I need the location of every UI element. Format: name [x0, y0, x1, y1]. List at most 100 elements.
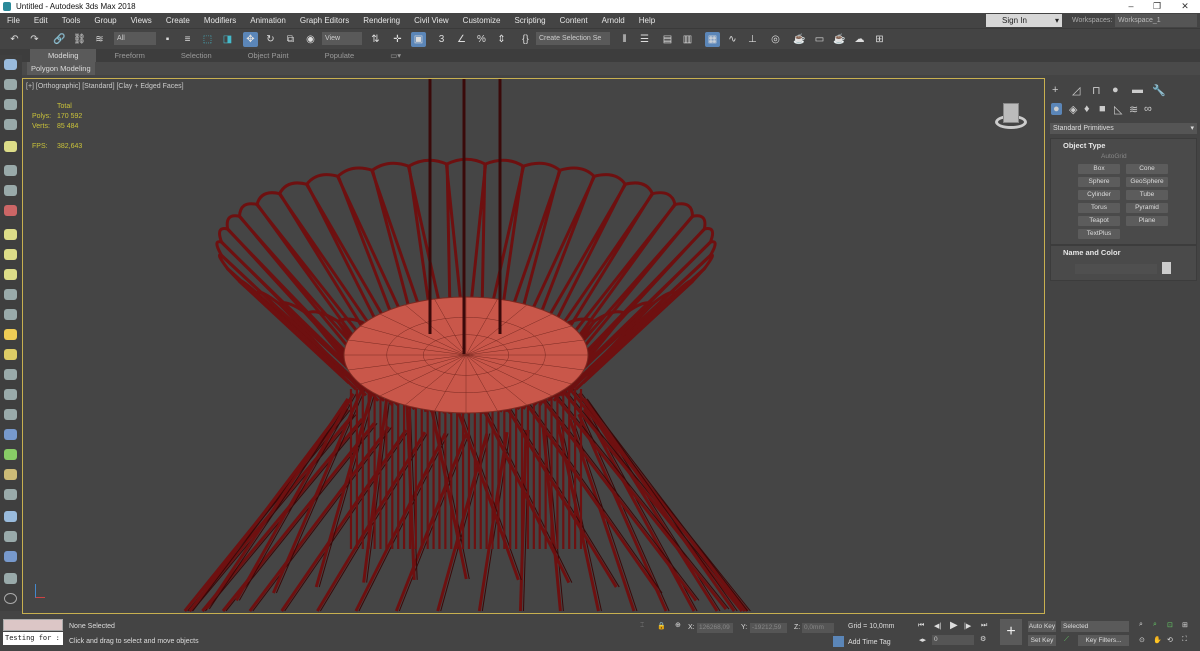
- next-frame-icon[interactable]: |▶: [964, 622, 971, 630]
- y-coordinate-field[interactable]: -19212,59: [750, 623, 787, 633]
- sphere-icon[interactable]: [4, 249, 17, 260]
- reference-coordinate-dropdown[interactable]: View: [322, 32, 362, 45]
- play-icon[interactable]: ▶: [950, 620, 958, 631]
- display-tab-icon[interactable]: ▬: [1132, 84, 1143, 96]
- primitive-category-dropdown[interactable]: Standard Primitives ▾: [1050, 123, 1197, 134]
- scene-explorer-icon[interactable]: ▤: [660, 32, 675, 47]
- set-key-big-button[interactable]: +: [1000, 619, 1022, 645]
- zoom-extents-icon[interactable]: ⊡: [1167, 621, 1173, 629]
- light-icon[interactable]: [4, 141, 17, 152]
- layer-explorer-icon[interactable]: ▥: [680, 32, 695, 47]
- maxscript-input[interactable]: Testing for :: [3, 632, 63, 645]
- display-icon[interactable]: [4, 119, 17, 130]
- key-mode-icon[interactable]: ◂▸: [919, 636, 926, 644]
- menu-scripting[interactable]: Scripting: [507, 16, 552, 25]
- motion-tab-icon[interactable]: ●: [1112, 84, 1119, 96]
- percent-snap-icon[interactable]: %: [474, 32, 489, 47]
- viewport-label[interactable]: [+] [Orthographic] [Standard] [Clay + Ed…: [26, 83, 184, 90]
- time-configuration-icon[interactable]: ⚙: [980, 635, 986, 643]
- hierarchy-icon[interactable]: [4, 165, 17, 176]
- menu-views[interactable]: Views: [124, 16, 159, 25]
- place-icon[interactable]: ◉: [303, 32, 318, 47]
- key-mode-dropdown[interactable]: Selected: [1061, 621, 1129, 632]
- selection-lock-icon[interactable]: 🔒: [657, 622, 666, 630]
- menu-modifiers[interactable]: Modifiers: [197, 16, 243, 25]
- previous-frame-icon[interactable]: ◀|: [934, 622, 941, 630]
- close-button[interactable]: ✕: [1172, 0, 1198, 13]
- crowd-icon[interactable]: [4, 489, 17, 500]
- paint-icon[interactable]: [4, 389, 17, 400]
- menu-civil-view[interactable]: Civil View: [407, 16, 456, 25]
- time-tag-icon[interactable]: [833, 636, 844, 647]
- maximize-viewport-icon[interactable]: ⛶: [1182, 636, 1187, 644]
- menu-file[interactable]: File: [0, 16, 27, 25]
- polygon-modeling-panel[interactable]: Polygon Modeling: [27, 62, 95, 75]
- viewcube[interactable]: [989, 101, 1033, 137]
- menu-edit[interactable]: Edit: [27, 16, 55, 25]
- tab-selection[interactable]: Selection: [163, 49, 230, 62]
- systems-icon[interactable]: ∞: [1144, 103, 1152, 115]
- zoom-extents-all-icon[interactable]: ⊞: [1182, 621, 1188, 629]
- window-crossing-icon[interactable]: ◨: [220, 32, 235, 47]
- torus-icon[interactable]: [4, 269, 17, 280]
- set-key-button[interactable]: Set Key: [1028, 635, 1056, 646]
- object-color-swatch[interactable]: [1162, 262, 1171, 274]
- minimize-button[interactable]: –: [1118, 0, 1144, 13]
- menu-arnold[interactable]: Arnold: [595, 16, 632, 25]
- viewport-orthographic[interactable]: [+] [Orthographic] [Standard] [Clay + Ed…: [22, 78, 1045, 614]
- current-frame-field[interactable]: 0: [932, 635, 974, 645]
- link-icon[interactable]: 🔗: [52, 32, 67, 47]
- expression-icon[interactable]: [4, 531, 17, 542]
- tab-object-paint[interactable]: Object Paint: [230, 49, 307, 62]
- zoom-icon[interactable]: ⌕: [1139, 621, 1143, 629]
- tab-populate[interactable]: Populate: [307, 49, 373, 62]
- angle-snap-icon[interactable]: ∠: [454, 32, 469, 47]
- helpers-icon[interactable]: ◺: [1114, 103, 1122, 116]
- dynamics-icon[interactable]: [4, 409, 17, 420]
- pivot-center-icon[interactable]: ⇅: [368, 32, 383, 47]
- go-to-start-icon[interactable]: ⏮: [918, 622, 924, 630]
- help-icon[interactable]: [4, 593, 17, 604]
- layer-icon[interactable]: [4, 99, 17, 110]
- render-shortcuts-icon[interactable]: ⊞: [872, 32, 887, 47]
- absolute-mode-icon[interactable]: ⊕: [675, 621, 681, 629]
- create-tab-icon[interactable]: +: [1052, 84, 1058, 96]
- isolate-selection-icon[interactable]: ⌶: [640, 622, 644, 630]
- render-setup-icon[interactable]: ☕: [792, 32, 807, 47]
- material-editor-icon[interactable]: ◎: [768, 32, 783, 47]
- menu-rendering[interactable]: Rendering: [356, 16, 407, 25]
- helper-icon[interactable]: [4, 289, 17, 300]
- orbit-icon[interactable]: ⟲: [1167, 636, 1173, 644]
- zoom-all-icon[interactable]: ⌕: [1153, 621, 1157, 629]
- menu-animation[interactable]: Animation: [243, 16, 293, 25]
- edit-named-selection-icon[interactable]: {}: [518, 32, 533, 47]
- toggle-ribbon-icon[interactable]: ▦: [705, 32, 720, 47]
- pan-view-icon[interactable]: ✋: [1153, 636, 1162, 644]
- select-and-move-icon[interactable]: ✥: [243, 32, 258, 47]
- character-icon[interactable]: [4, 469, 17, 480]
- render-production-icon[interactable]: ☕: [832, 32, 847, 47]
- workspace-select[interactable]: Workspace_1: [1115, 14, 1197, 27]
- scene-explorer-icon[interactable]: [4, 79, 17, 90]
- space-warps-icon[interactable]: ≋: [1129, 103, 1138, 116]
- select-and-rotate-icon[interactable]: ↻: [263, 32, 278, 47]
- viewport-layout-icon[interactable]: [4, 59, 17, 70]
- geometry-icon[interactable]: ●: [1051, 103, 1062, 115]
- field-of-view-icon[interactable]: ⊙: [1139, 636, 1145, 644]
- align-icon[interactable]: ☰: [637, 32, 652, 47]
- select-and-scale-icon[interactable]: ⧉: [283, 32, 298, 47]
- pyramid-button[interactable]: Pyramid: [1126, 203, 1168, 213]
- scene-states-icon[interactable]: [4, 573, 17, 584]
- menu-help[interactable]: Help: [632, 16, 662, 25]
- render-in-cloud-icon[interactable]: ☁: [852, 32, 867, 47]
- mirror-icon[interactable]: ⫴: [617, 32, 632, 47]
- bones-icon[interactable]: [4, 185, 17, 196]
- plane-button[interactable]: Plane: [1126, 216, 1168, 226]
- utilities-tab-icon[interactable]: 🔧: [1152, 84, 1166, 97]
- maximize-button[interactable]: ❐: [1144, 0, 1170, 13]
- render-icon[interactable]: [4, 551, 17, 562]
- unlink-icon[interactable]: ⛓: [72, 32, 87, 47]
- rectangular-selection-icon[interactable]: ⬚: [200, 32, 215, 47]
- menu-customize[interactable]: Customize: [456, 16, 508, 25]
- select-object-icon[interactable]: ▪: [160, 32, 175, 47]
